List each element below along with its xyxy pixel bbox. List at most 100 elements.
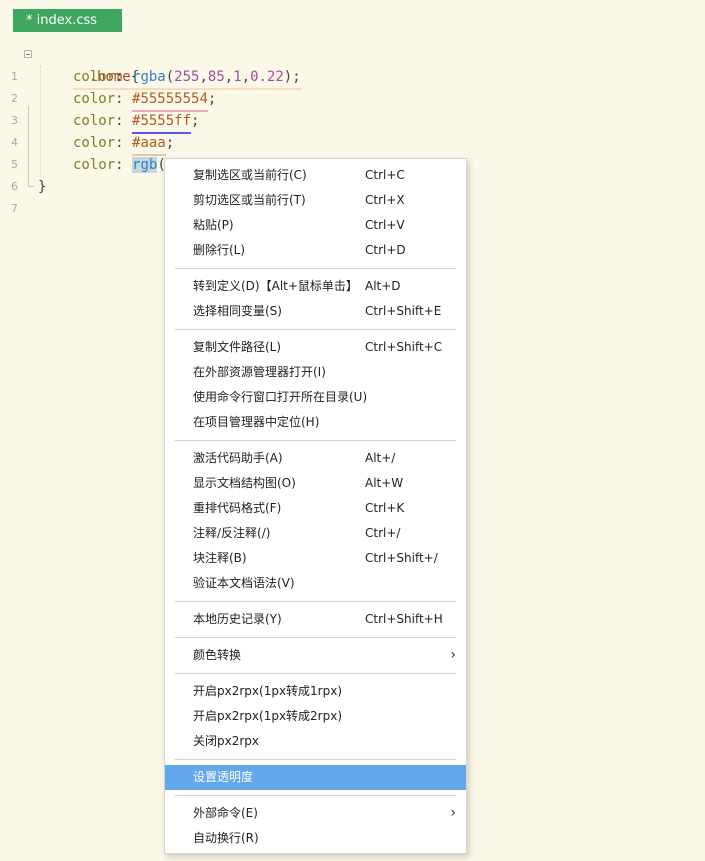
menu-item-open-in-terminal[interactable]: 使用命令行窗口打开所在目录(U)	[165, 385, 466, 410]
code-line[interactable]: 5 color: #aaa;	[0, 132, 174, 171]
color-preview-underline: #5555ff	[132, 110, 192, 134]
menu-item-shortcut: Ctrl+Shift+H	[365, 612, 443, 626]
code-punctuation: ,	[199, 69, 208, 85]
css-number: 0.22	[250, 69, 284, 85]
code-punctuation: ;	[165, 135, 175, 151]
menu-item-label: 删除行(L)	[193, 243, 246, 257]
menu-item-px2rpx-off[interactable]: 关闭px2rpx	[165, 729, 466, 754]
menu-item-label: 使用命令行窗口打开所在目录(U)	[193, 390, 368, 404]
menu-item-label: 外部命令(E)	[193, 806, 258, 820]
menu-item-format-code[interactable]: 重排代码格式(F) Ctrl+K	[165, 496, 466, 521]
menu-item-shortcut: Ctrl+V	[365, 218, 405, 232]
code-punctuation: :	[115, 91, 133, 107]
menu-item-delete-line[interactable]: 删除行(L) Ctrl+D	[165, 238, 466, 263]
menu-item-document-outline[interactable]: 显示文档结构图(O) Alt+W	[165, 471, 466, 496]
css-property: color	[73, 69, 116, 85]
line-number: 7	[11, 202, 18, 215]
menu-item-shortcut: Ctrl+D	[365, 243, 406, 257]
menu-separator	[175, 440, 456, 441]
menu-item-shortcut: Ctrl+K	[365, 501, 405, 515]
menu-separator	[175, 795, 456, 796]
menu-item-label: 自动换行(R)	[193, 831, 259, 845]
editor-tab-index-css[interactable]: * index.css	[13, 9, 122, 32]
css-function: rgba	[132, 69, 166, 85]
menu-separator	[175, 673, 456, 674]
code-punctuation: :	[115, 69, 133, 85]
fold-toggle-icon[interactable]	[24, 50, 32, 58]
css-number: 255	[174, 69, 200, 85]
menu-item-copy-file-path[interactable]: 复制文件路径(L) Ctrl+Shift+C	[165, 335, 466, 360]
menu-item-code-assistant[interactable]: 激活代码助手(A) Alt+/	[165, 446, 466, 471]
css-color-value: #aaa	[132, 135, 166, 151]
menu-item-goto-definition[interactable]: 转到定义(D)【Alt+鼠标单击】 Alt+D	[165, 274, 466, 299]
menu-item-label: 关闭px2rpx	[193, 734, 260, 748]
menu-item-label: 剪切选区或当前行(T)	[193, 193, 306, 207]
menu-item-cut[interactable]: 剪切选区或当前行(T) Ctrl+X	[165, 188, 466, 213]
menu-item-open-in-explorer[interactable]: 在外部资源管理器打开(I)	[165, 360, 466, 385]
menu-item-block-comment[interactable]: 块注释(B) Ctrl+Shift+/	[165, 546, 466, 571]
color-preview-underline: #55555554	[132, 88, 208, 112]
menu-item-label: 转到定义(D)【Alt+鼠标单击】	[193, 279, 358, 293]
menu-item-label: 开启px2rpx(1px转成1rpx)	[193, 684, 343, 698]
menu-item-label: 设置透明度	[193, 770, 254, 784]
menu-separator	[175, 637, 456, 638]
code-punctuation: :	[115, 135, 133, 151]
color-preview-underline: #aaa	[132, 132, 166, 156]
menu-item-label: 验证本文档语法(V)	[193, 576, 295, 590]
menu-item-px2rpx-1x[interactable]: 开启px2rpx(1px转成1rpx)	[165, 679, 466, 704]
menu-item-label: 本地历史记录(Y)	[193, 612, 282, 626]
menu-item-label: 注释/反注释(/)	[193, 526, 271, 540]
code-line[interactable]: 2 color: rgba(255,85,1,0.22);	[0, 66, 301, 105]
code-punctuation: ;	[207, 91, 217, 107]
menu-item-set-opacity[interactable]: 设置透明度	[165, 765, 466, 790]
code-punctuation: ,	[224, 69, 234, 85]
menu-item-shortcut: Alt+/	[365, 451, 396, 465]
menu-item-label: 开启px2rpx(1px转成2rpx)	[193, 709, 343, 723]
menu-item-locate-in-project[interactable]: 在项目管理器中定位(H)	[165, 410, 466, 435]
menu-item-label: 粘贴(P)	[193, 218, 234, 232]
menu-item-local-history[interactable]: 本地历史记录(Y) Ctrl+Shift+H	[165, 607, 466, 632]
code-punctuation: );	[283, 69, 301, 85]
menu-separator	[175, 759, 456, 760]
menu-item-shortcut: Ctrl+/	[365, 526, 401, 540]
menu-item-px2rpx-2x[interactable]: 开启px2rpx(1px转成2rpx)	[165, 704, 466, 729]
menu-separator	[175, 329, 456, 330]
menu-item-label: 选择相同变量(S)	[193, 304, 282, 318]
code-punctuation: (	[165, 69, 175, 85]
menu-item-external-commands[interactable]: 外部命令(E) ›	[165, 801, 466, 826]
tab-title: * index.css	[26, 13, 98, 28]
menu-item-shortcut: Ctrl+X	[365, 193, 405, 207]
code-punctuation: ,	[241, 69, 251, 85]
code-line[interactable]: 6 color: rgb(	[0, 154, 166, 193]
menu-item-label: 块注释(B)	[193, 551, 247, 565]
menu-item-label: 激活代码助手(A)	[193, 451, 283, 465]
css-property: color	[73, 113, 116, 129]
code-line[interactable]: 7 }	[0, 176, 46, 215]
css-color-value: #55555554	[132, 91, 208, 107]
menu-item-select-same-variable[interactable]: 选择相同变量(S) Ctrl+Shift+E	[165, 299, 466, 324]
code-punctuation: }	[38, 179, 47, 195]
menu-item-validate-syntax[interactable]: 验证本文档语法(V)	[165, 571, 466, 596]
css-function-selected: rgb	[132, 157, 158, 173]
code-line[interactable]: 3 color: #55555554;	[0, 88, 216, 127]
menu-item-toggle-comment[interactable]: 注释/反注释(/) Ctrl+/	[165, 521, 466, 546]
css-number: 85	[207, 69, 225, 85]
menu-item-label: 重排代码格式(F)	[193, 501, 282, 515]
menu-item-label: 显示文档结构图(O)	[193, 476, 296, 490]
menu-item-shortcut: Ctrl+Shift+E	[365, 304, 442, 318]
menu-item-label: 颜色转换	[193, 648, 242, 662]
menu-item-label: 在项目管理器中定位(H)	[193, 415, 320, 429]
menu-item-shortcut: Ctrl+C	[365, 168, 405, 182]
menu-item-shortcut: Alt+W	[365, 476, 404, 490]
menu-item-copy[interactable]: 复制选区或当前行(C) Ctrl+C	[165, 163, 466, 188]
submenu-chevron-right-icon: ›	[450, 805, 456, 821]
submenu-chevron-right-icon: ›	[450, 647, 456, 663]
menu-item-color-convert[interactable]: 颜色转换 ›	[165, 643, 466, 668]
code-line[interactable]: 1 .home{	[0, 44, 139, 85]
menu-item-label: 在外部资源管理器打开(I)	[193, 365, 326, 379]
code-punctuation: :	[115, 113, 133, 129]
css-property: color	[73, 91, 116, 107]
menu-item-paste[interactable]: 粘贴(P) Ctrl+V	[165, 213, 466, 238]
menu-item-word-wrap[interactable]: 自动换行(R)	[165, 826, 466, 851]
code-line[interactable]: 4 color: #5555ff;	[0, 110, 199, 149]
